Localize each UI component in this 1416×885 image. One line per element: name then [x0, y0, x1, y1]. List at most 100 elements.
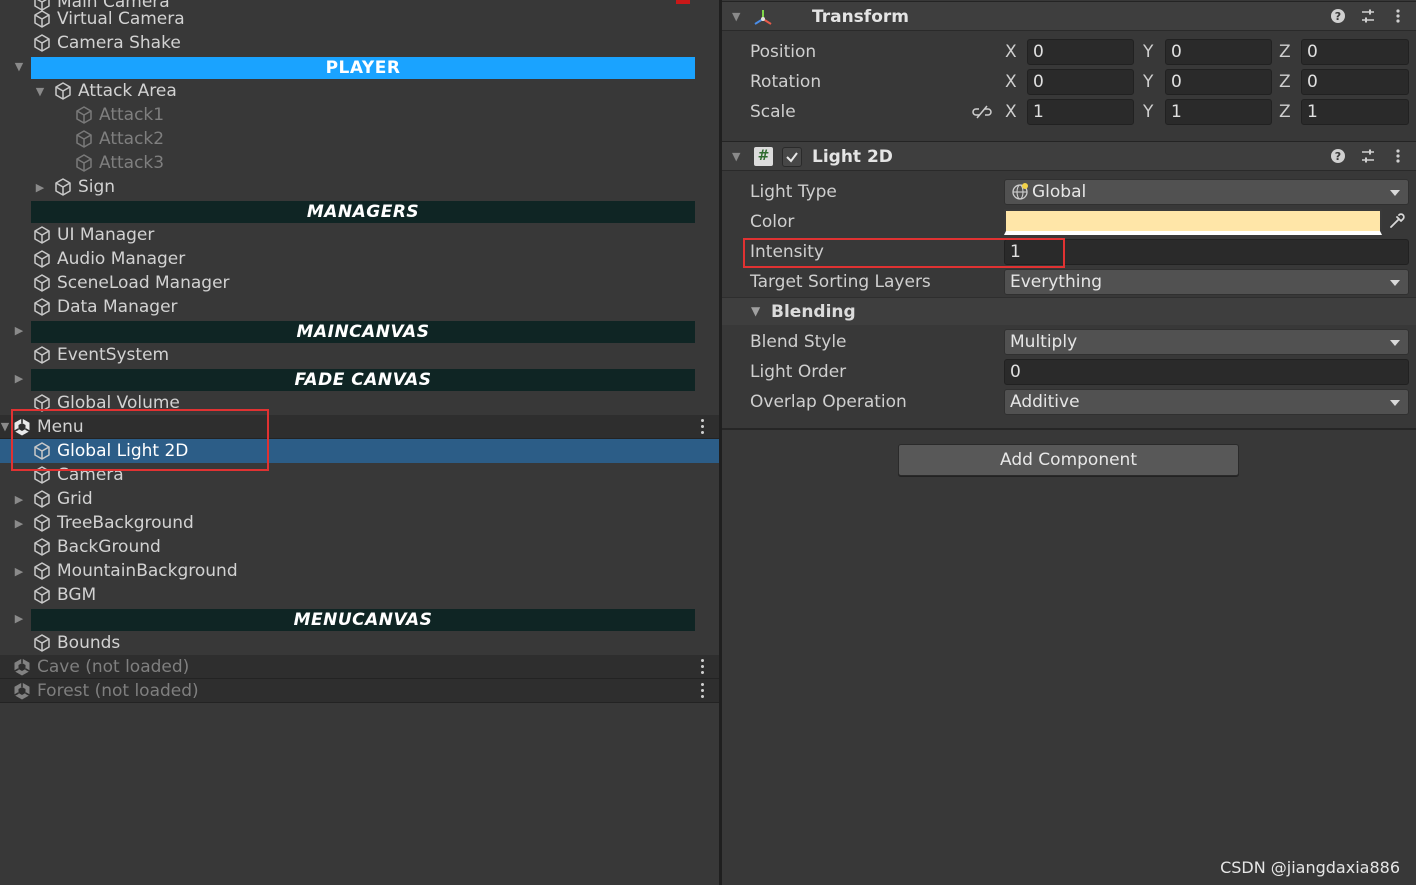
scene-row-menu[interactable]: ▼ Menu	[0, 415, 719, 439]
target-sorting-layers-dropdown[interactable]: Everything	[1004, 269, 1409, 295]
svg-text:?: ?	[1335, 10, 1341, 23]
scene-row-cave[interactable]: Cave (not loaded)	[0, 655, 719, 679]
error-indicator-icon	[676, 0, 690, 4]
hierarchy-item-treebackground[interactable]: ▶ TreeBackground	[0, 511, 719, 535]
item-label: Attack Area	[78, 81, 177, 101]
scale-x-field[interactable]: 1	[1027, 99, 1134, 125]
header-icons: ?	[1330, 148, 1406, 164]
hierarchy-item-camera-shake[interactable]: Camera Shake	[0, 31, 719, 55]
scale-z-field[interactable]: 1	[1301, 99, 1409, 125]
hierarchy-item-background[interactable]: BackGround	[0, 535, 719, 559]
overlap-operation-dropdown[interactable]: Additive	[1004, 389, 1409, 415]
foldout-collapsed-icon[interactable]: ▶	[12, 493, 26, 506]
scene-menu-kebab-icon[interactable]	[701, 683, 705, 698]
foldout-expanded-icon[interactable]: ▼	[732, 150, 740, 163]
foldout-expanded-icon[interactable]: ▼	[33, 85, 47, 98]
position-x-field[interactable]: 0	[1027, 39, 1134, 65]
add-component-button[interactable]: Add Component	[898, 444, 1239, 476]
target-sorting-layers-value: Everything	[1010, 272, 1103, 292]
light-type-dropdown[interactable]: Global	[1004, 179, 1409, 205]
foldout-collapsed-icon[interactable]: ▶	[33, 181, 47, 194]
foldout-expanded-icon[interactable]: ▼	[12, 60, 26, 73]
presets-icon[interactable]	[1360, 8, 1376, 24]
constrain-proportions-icon[interactable]	[972, 104, 992, 120]
item-label: Global Volume	[57, 393, 180, 413]
header-player[interactable]: PLAYER	[31, 57, 695, 79]
gameobject-icon	[32, 465, 52, 485]
position-z-field[interactable]: 0	[1301, 39, 1409, 65]
enabled-checkbox[interactable]	[782, 147, 802, 167]
blend-style-dropdown[interactable]: Multiply	[1004, 329, 1409, 355]
foldout-collapsed-icon[interactable]: ▶	[12, 324, 26, 337]
rotation-y-field[interactable]: 0	[1165, 69, 1272, 95]
more-options-icon[interactable]	[1390, 148, 1406, 164]
header-menucanvas[interactable]: MENUCANVAS	[31, 609, 695, 631]
presets-icon[interactable]	[1360, 148, 1376, 164]
color-swatch[interactable]	[1004, 209, 1382, 235]
overlap-operation-label: Overlap Operation	[750, 392, 907, 412]
rotation-z-field[interactable]: 0	[1301, 69, 1409, 95]
blending-label: Blending	[771, 302, 856, 322]
light2d-header[interactable]: ▼ # Light 2D ?	[722, 141, 1416, 171]
help-icon[interactable]: ?	[1330, 8, 1346, 24]
position-y-field[interactable]: 0	[1165, 39, 1272, 65]
hierarchy-item-bgm[interactable]: BGM	[0, 583, 719, 607]
item-label: TreeBackground	[57, 513, 194, 533]
rotation-x-field[interactable]: 0	[1027, 69, 1134, 95]
foldout-collapsed-icon[interactable]: ▶	[12, 517, 26, 530]
foldout-expanded-icon[interactable]: ▼	[0, 420, 12, 433]
more-options-icon[interactable]	[1390, 8, 1406, 24]
hierarchy-item-attack2[interactable]: Attack2	[0, 127, 719, 151]
hierarchy-item-sceneload-manager[interactable]: SceneLoad Manager	[0, 271, 719, 295]
axis-z-label: Z	[1279, 72, 1291, 92]
item-label: BGM	[57, 585, 97, 605]
gameobject-icon	[32, 513, 52, 533]
scene-menu-kebab-icon[interactable]	[701, 419, 705, 434]
chevron-down-icon	[1390, 190, 1400, 196]
foldout-expanded-icon[interactable]: ▼	[751, 304, 760, 318]
scale-y-field[interactable]: 1	[1165, 99, 1272, 125]
scene-row-forest[interactable]: Forest (not loaded)	[0, 679, 719, 703]
header-fade-canvas[interactable]: FADE CANVAS	[31, 369, 695, 391]
hierarchy-item-attack3[interactable]: Attack3	[0, 151, 719, 175]
hierarchy-item-attack1[interactable]: Attack1	[0, 103, 719, 127]
blend-style-label: Blend Style	[750, 332, 847, 352]
scene-menu-kebab-icon[interactable]	[701, 659, 705, 674]
hierarchy-item-ui-manager[interactable]: UI Manager	[0, 223, 719, 247]
header-managers[interactable]: MANAGERS	[31, 201, 695, 223]
chevron-down-icon	[1390, 400, 1400, 406]
hierarchy-item-audio-manager[interactable]: Audio Manager	[0, 247, 719, 271]
header-maincanvas[interactable]: MAINCANVAS	[31, 321, 695, 343]
axis-x-label: X	[1005, 42, 1017, 62]
foldout-collapsed-icon[interactable]: ▶	[12, 612, 26, 625]
component-title: Transform	[812, 7, 909, 27]
blending-foldout[interactable]: ▼ Blending	[722, 297, 1416, 325]
light-order-field[interactable]: 0	[1004, 359, 1409, 385]
item-label: Camera	[57, 465, 124, 485]
gameobject-icon	[32, 489, 52, 509]
hierarchy-item-grid[interactable]: ▶ Grid	[0, 487, 719, 511]
hierarchy-item-camera[interactable]: Camera	[0, 463, 719, 487]
hierarchy-item-global-light-2d[interactable]: Global Light 2D	[0, 439, 719, 463]
hierarchy-item-global-volume[interactable]: Global Volume	[0, 391, 719, 415]
hierarchy-item-mountainbackground[interactable]: ▶ MountainBackground	[0, 559, 719, 583]
gameobject-icon	[32, 225, 52, 245]
help-icon[interactable]: ?	[1330, 148, 1346, 164]
transform-header[interactable]: ▼ Transform ?	[722, 1, 1416, 31]
hierarchy-item-bounds[interactable]: Bounds	[0, 631, 719, 655]
hierarchy-item-data-manager[interactable]: Data Manager	[0, 295, 719, 319]
eyedropper-icon[interactable]	[1388, 212, 1406, 230]
gameobject-icon	[32, 249, 52, 269]
foldout-collapsed-icon[interactable]: ▶	[12, 372, 26, 385]
foldout-collapsed-icon[interactable]: ▶	[12, 565, 26, 578]
svg-text:?: ?	[1335, 150, 1341, 163]
gameobject-icon	[53, 81, 73, 101]
hierarchy-item-virtual-camera[interactable]: Virtual Camera	[0, 7, 719, 31]
hierarchy-item-sign[interactable]: ▶ Sign	[0, 175, 719, 199]
hierarchy-item-attack-area[interactable]: ▼ Attack Area	[0, 79, 719, 103]
inspector-panel: ▼ Transform ? Position X 0 Y 0 Z 0 Rotat…	[722, 0, 1416, 885]
hierarchy-item-eventsystem[interactable]: EventSystem	[0, 343, 719, 367]
position-label: Position	[750, 42, 817, 62]
foldout-expanded-icon[interactable]: ▼	[732, 10, 740, 23]
intensity-field[interactable]: 1	[1004, 239, 1409, 265]
